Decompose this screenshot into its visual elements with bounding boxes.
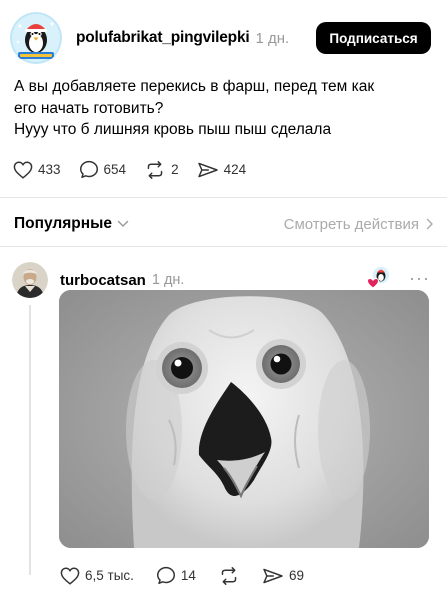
heart-icon (13, 160, 33, 179)
view-actions-label: Смотреть действия (283, 215, 419, 233)
share-count: 424 (223, 162, 247, 177)
sort-row: Популярные Смотреть действия (14, 212, 434, 236)
like-button[interactable]: 433 (13, 160, 61, 179)
chevron-right-icon (426, 218, 433, 230)
comment-bubble-icon (79, 160, 98, 179)
comment-button[interactable]: 654 (79, 160, 127, 179)
divider (0, 197, 447, 198)
owl-photo[interactable] (59, 290, 429, 548)
comment-like-button[interactable]: 6,5 тыс. (60, 566, 134, 585)
comment-time: 1 дн. (151, 272, 185, 288)
comment-share-button[interactable]: 69 (262, 567, 304, 585)
surprised-owl-image (59, 290, 429, 548)
penguin-avatar-icon (10, 12, 62, 64)
author-liked-icon (366, 265, 391, 289)
comment-share-count: 69 (288, 568, 304, 583)
send-icon (263, 568, 283, 583)
share-button[interactable]: 424 (197, 161, 247, 179)
repost-button[interactable]: 2 (144, 160, 179, 179)
repost-icon (221, 566, 237, 585)
post-text-line: его начать готовить? (14, 99, 164, 117)
comment-count: 654 (103, 162, 127, 177)
repost-count: 2 (171, 162, 179, 177)
sort-dropdown[interactable]: Популярные (14, 215, 129, 233)
more-options-button[interactable]: ··· (409, 268, 430, 289)
repost-icon (147, 160, 163, 179)
comment-repost-button[interactable] (218, 566, 240, 585)
commenter-username[interactable]: turbocatsan (60, 272, 146, 289)
post-header: polufabrikat_pingvilepki 1 дн. Подписать… (10, 10, 437, 66)
commenter-avatar[interactable] (12, 262, 48, 298)
comment-reply-count: 14 (180, 568, 196, 583)
heart-icon (60, 566, 80, 585)
divider (0, 246, 447, 247)
post-text-line: Нууу что б лишняя кровь пыш пыш сделала (14, 121, 332, 138)
author-reaction-badge (366, 264, 392, 290)
post-text: А вы добавляете перекись в фарш, перед т… (14, 76, 434, 141)
thread-line (29, 305, 31, 575)
send-icon (197, 162, 218, 177)
comment-reply-button[interactable]: 14 (156, 566, 196, 585)
author-avatar[interactable] (10, 12, 62, 64)
man-portrait-avatar-icon (12, 262, 48, 298)
comment-actions: 6,5 тыс. 14 69 (60, 566, 322, 585)
post-actions: 433 654 2 424 (13, 160, 264, 179)
sort-label: Популярные (14, 215, 112, 232)
like-count: 433 (38, 162, 61, 177)
author-username[interactable]: polufabrikat_pingvilepki (76, 29, 250, 47)
post-text-line: А вы добавляете перекись в фарш, перед т… (14, 78, 375, 95)
comment-bubble-icon (156, 566, 175, 585)
view-actions-link[interactable]: Смотреть действия (284, 216, 434, 233)
chevron-down-icon (117, 220, 129, 227)
follow-button[interactable]: Подписаться (316, 22, 431, 54)
post-time: 1 дн. (255, 29, 290, 47)
comment-like-count: 6,5 тыс. (85, 568, 134, 583)
